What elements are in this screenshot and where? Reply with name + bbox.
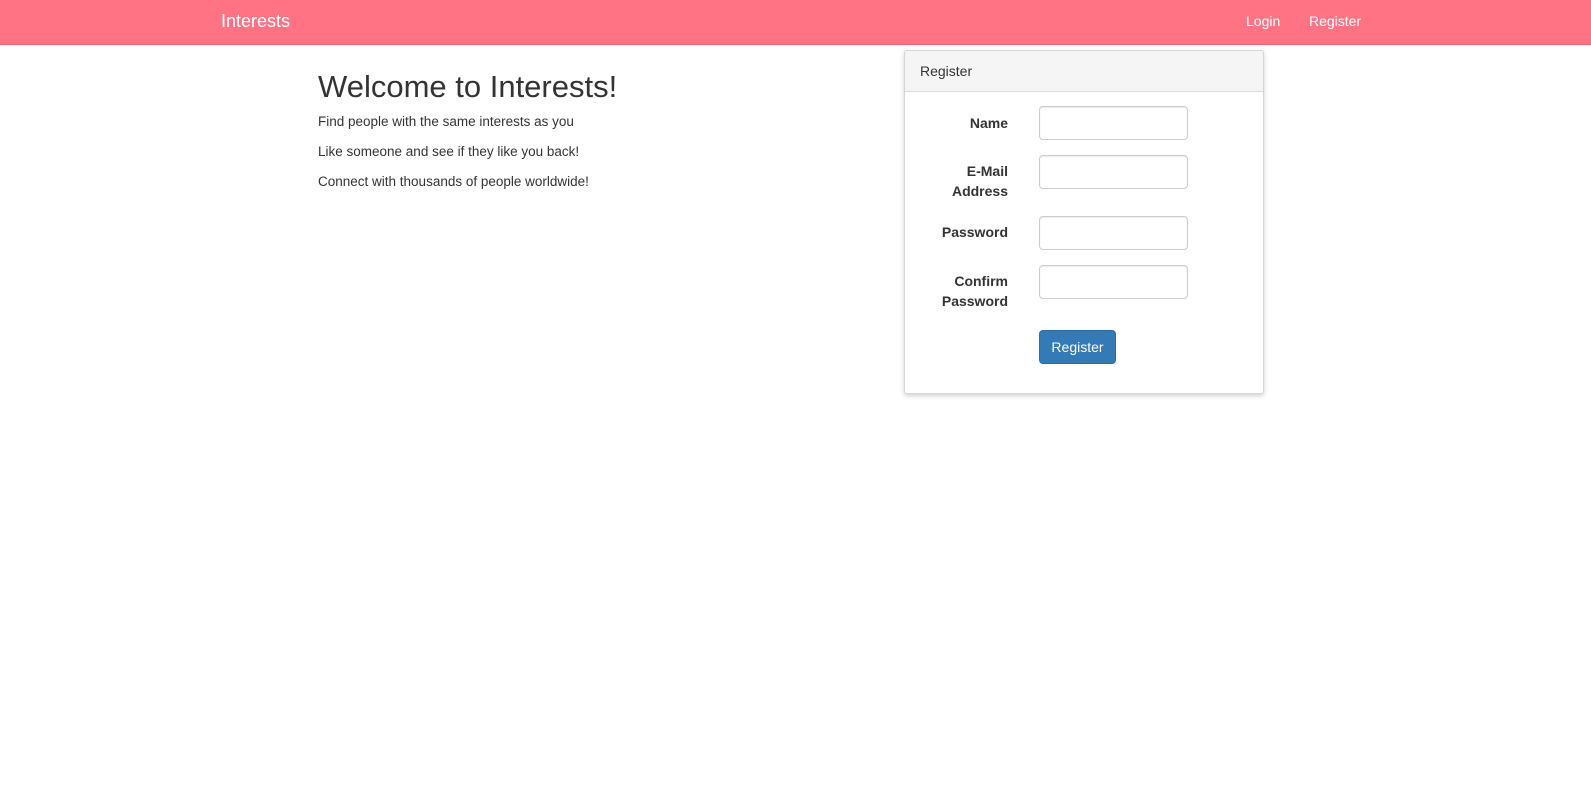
nav-register-link[interactable]: Register: [1309, 12, 1361, 30]
email-label: E-Mail Address: [908, 161, 1008, 201]
register-submit-button[interactable]: Register: [1039, 330, 1116, 364]
welcome-section: Welcome to Interests! Find people with t…: [318, 69, 618, 189]
welcome-line-1: Find people with the same interests as y…: [318, 114, 574, 129]
register-panel-heading: Register: [905, 51, 1263, 92]
email-label-line2: Address: [951, 183, 1008, 199]
register-panel: Register Name E-Mail Address Password Co…: [904, 50, 1264, 394]
top-navbar: Interests Login Register: [0, 0, 1591, 45]
confirm-password-label: Confirm Password: [908, 271, 1008, 311]
password-input[interactable]: [1039, 216, 1188, 250]
email-input[interactable]: [1039, 155, 1188, 189]
welcome-line-3: Connect with thousands of people worldwi…: [318, 174, 589, 189]
name-input[interactable]: [1039, 106, 1188, 140]
email-label-line1: E-Mail: [966, 163, 1008, 179]
name-label-text: Name: [969, 115, 1008, 131]
name-label: Name: [908, 113, 1008, 133]
confirm-password-input[interactable]: [1039, 265, 1188, 299]
confirm-label-line2: Password: [941, 293, 1008, 309]
nav-login-link[interactable]: Login: [1246, 12, 1280, 30]
confirm-label-line1: Confirm: [954, 273, 1008, 289]
welcome-title: Welcome to Interests!: [318, 69, 618, 104]
password-label-text: Password: [941, 224, 1008, 240]
welcome-line-2: Like someone and see if they like you ba…: [318, 144, 580, 159]
brand-link[interactable]: Interests: [221, 11, 290, 31]
password-label: Password: [908, 222, 1008, 242]
